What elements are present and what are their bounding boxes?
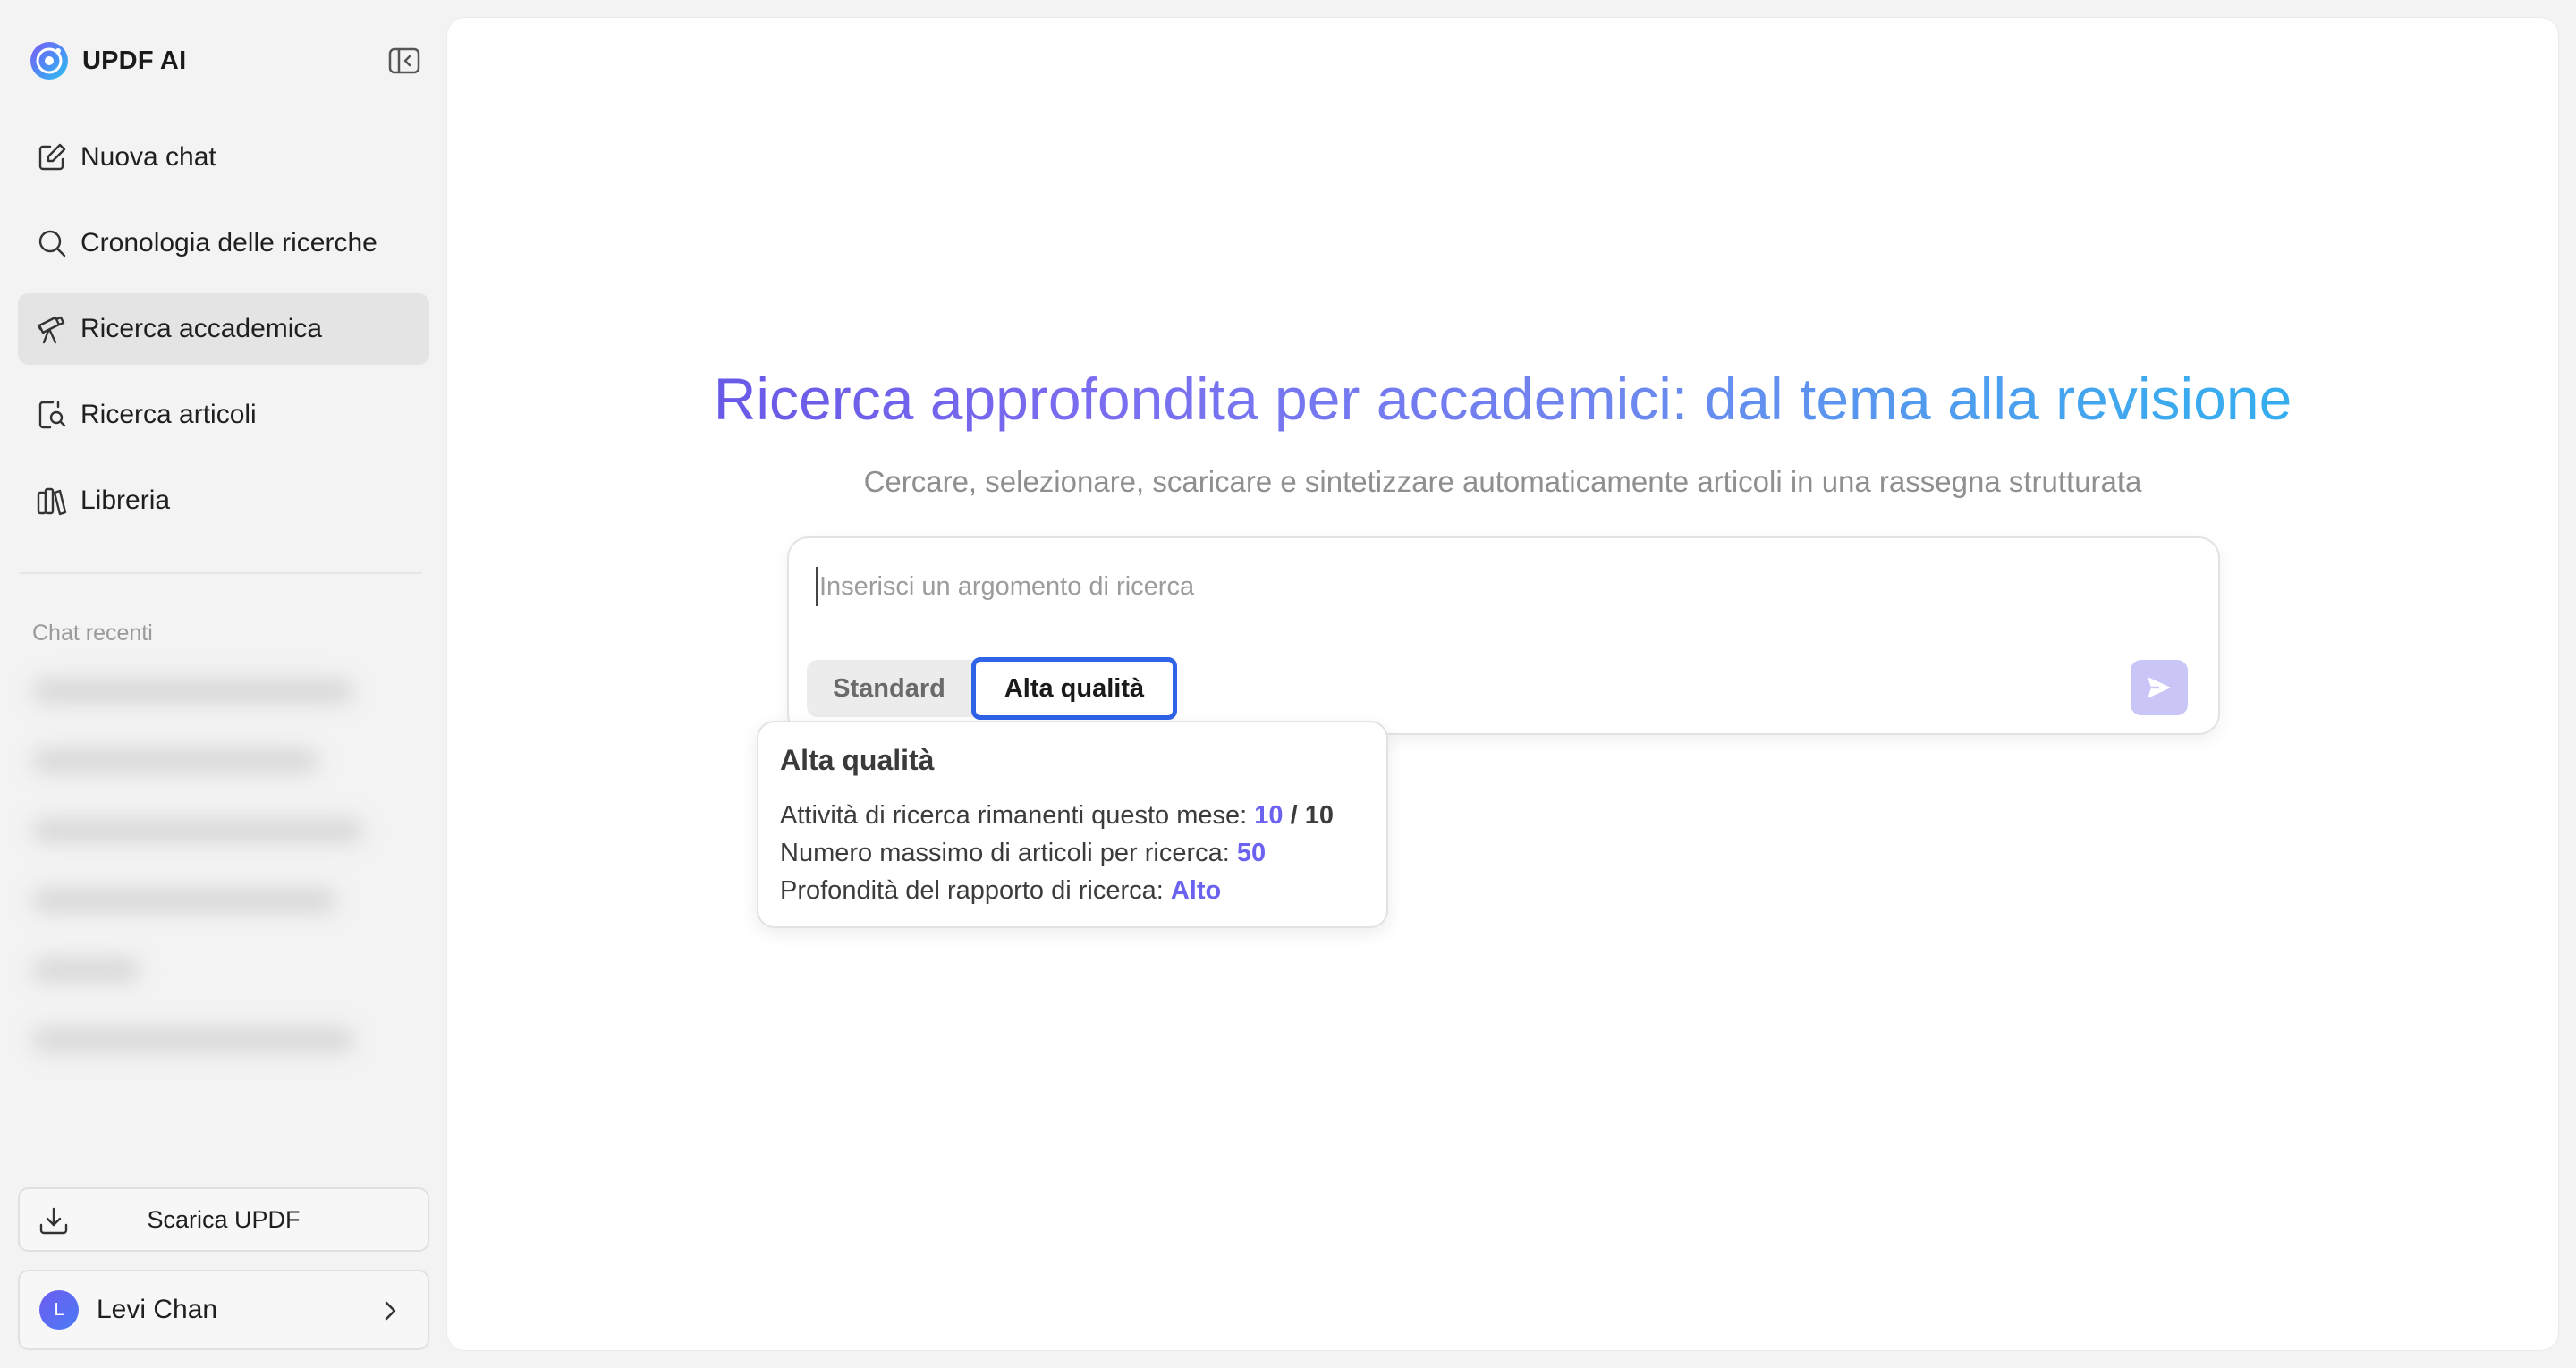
sidebar-item-search-history[interactable]: Cronologia delle ricerche (18, 207, 429, 279)
page-title: Ricerca approfondita per accademici: dal… (447, 363, 2558, 435)
tooltip-label: Profondità del rapporto di ricerca: (780, 876, 1171, 905)
recent-chats-title: Chat recenti (32, 621, 153, 646)
download-label: Scarica UPDF (147, 1205, 301, 1233)
sidebar-item-label: Cronologia delle ricerche (80, 228, 377, 258)
sidebar-collapse-icon (388, 47, 420, 74)
brand[interactable]: UPDF AI (29, 39, 186, 82)
list-item (32, 749, 318, 773)
list-item (32, 1028, 354, 1051)
total-count: 10 (1304, 801, 1334, 830)
list-item (32, 889, 336, 912)
tooltip-remaining-tasks: Attività di ricerca rimanenti questo mes… (780, 797, 1365, 834)
sidebar-item-label: Nuova chat (80, 142, 216, 172)
library-icon (36, 485, 68, 517)
sidebar-item-label: Ricerca accademica (80, 314, 323, 343)
sidebar-item-article-search[interactable]: Ricerca articoli (18, 379, 429, 451)
user-account-button[interactable]: L Levi Chan (18, 1270, 429, 1350)
remaining-count: 10 (1254, 801, 1284, 830)
tooltip-label: Numero massimo di articoli per ricerca: (780, 839, 1237, 867)
user-name: Levi Chan (97, 1295, 218, 1324)
mode-high-quality-button[interactable]: Alta qualità (971, 657, 1177, 720)
research-input-box: Standard Alta qualità (787, 536, 2220, 735)
sidebar-nav: Nuova chat Cronologia delle ricerche Ric… (18, 122, 429, 551)
download-icon (39, 1207, 68, 1235)
high-quality-tooltip: Alta qualità Attività di ricerca rimanen… (757, 721, 1388, 928)
document-search-icon (36, 399, 68, 431)
main-panel: Ricerca approfondita per accademici: dal… (447, 18, 2558, 1350)
sidebar-divider (20, 572, 422, 574)
tooltip-report-depth: Profondità del rapporto di ricerca: Alto (780, 872, 1365, 909)
mode-standard-button[interactable]: Standard (807, 660, 971, 717)
list-item (32, 958, 140, 982)
tooltip-max-articles: Numero massimo di articoli per ricerca: … (780, 834, 1365, 872)
app-window: UPDF AI Nuova chat Cronologia delle rice… (0, 0, 2576, 1368)
sidebar-item-new-chat[interactable]: Nuova chat (18, 122, 429, 193)
research-topic-input[interactable] (816, 567, 2157, 606)
updf-logo-icon (30, 42, 68, 80)
search-icon (36, 227, 68, 259)
sidebar-item-library[interactable]: Libreria (18, 465, 429, 536)
sidebar-item-academic-research[interactable]: Ricerca accademica (18, 293, 429, 365)
tooltip-label: Attività di ricerca rimanenti questo mes… (780, 801, 1255, 830)
page-subtitle: Cercare, selezionare, scaricare e sintet… (863, 465, 2142, 498)
report-depth-value: Alto (1170, 876, 1222, 905)
telescope-icon (36, 313, 68, 345)
send-button[interactable] (2131, 660, 2188, 715)
separator: / (1283, 801, 1305, 830)
edit-icon (36, 141, 68, 173)
list-item (32, 819, 363, 842)
send-icon (2148, 677, 2171, 698)
list-item (32, 680, 354, 703)
sidebar-item-label: Libreria (80, 486, 171, 515)
chevron-right-icon (385, 1301, 396, 1321)
brand-name: UPDF AI (82, 46, 187, 75)
collapse-sidebar-button[interactable] (386, 45, 422, 77)
sidebar: UPDF AI Nuova chat Cronologia delle rice… (0, 0, 447, 1368)
sidebar-item-label: Ricerca articoli (80, 400, 257, 429)
download-updf-button[interactable]: Scarica UPDF (18, 1187, 429, 1252)
quality-mode-toggle: Standard Alta qualità (807, 657, 1177, 720)
recent-chats-list-blurred (32, 680, 390, 1162)
max-articles-value: 50 (1236, 839, 1267, 867)
avatar: L (39, 1290, 79, 1330)
tooltip-title: Alta qualità (780, 744, 935, 776)
